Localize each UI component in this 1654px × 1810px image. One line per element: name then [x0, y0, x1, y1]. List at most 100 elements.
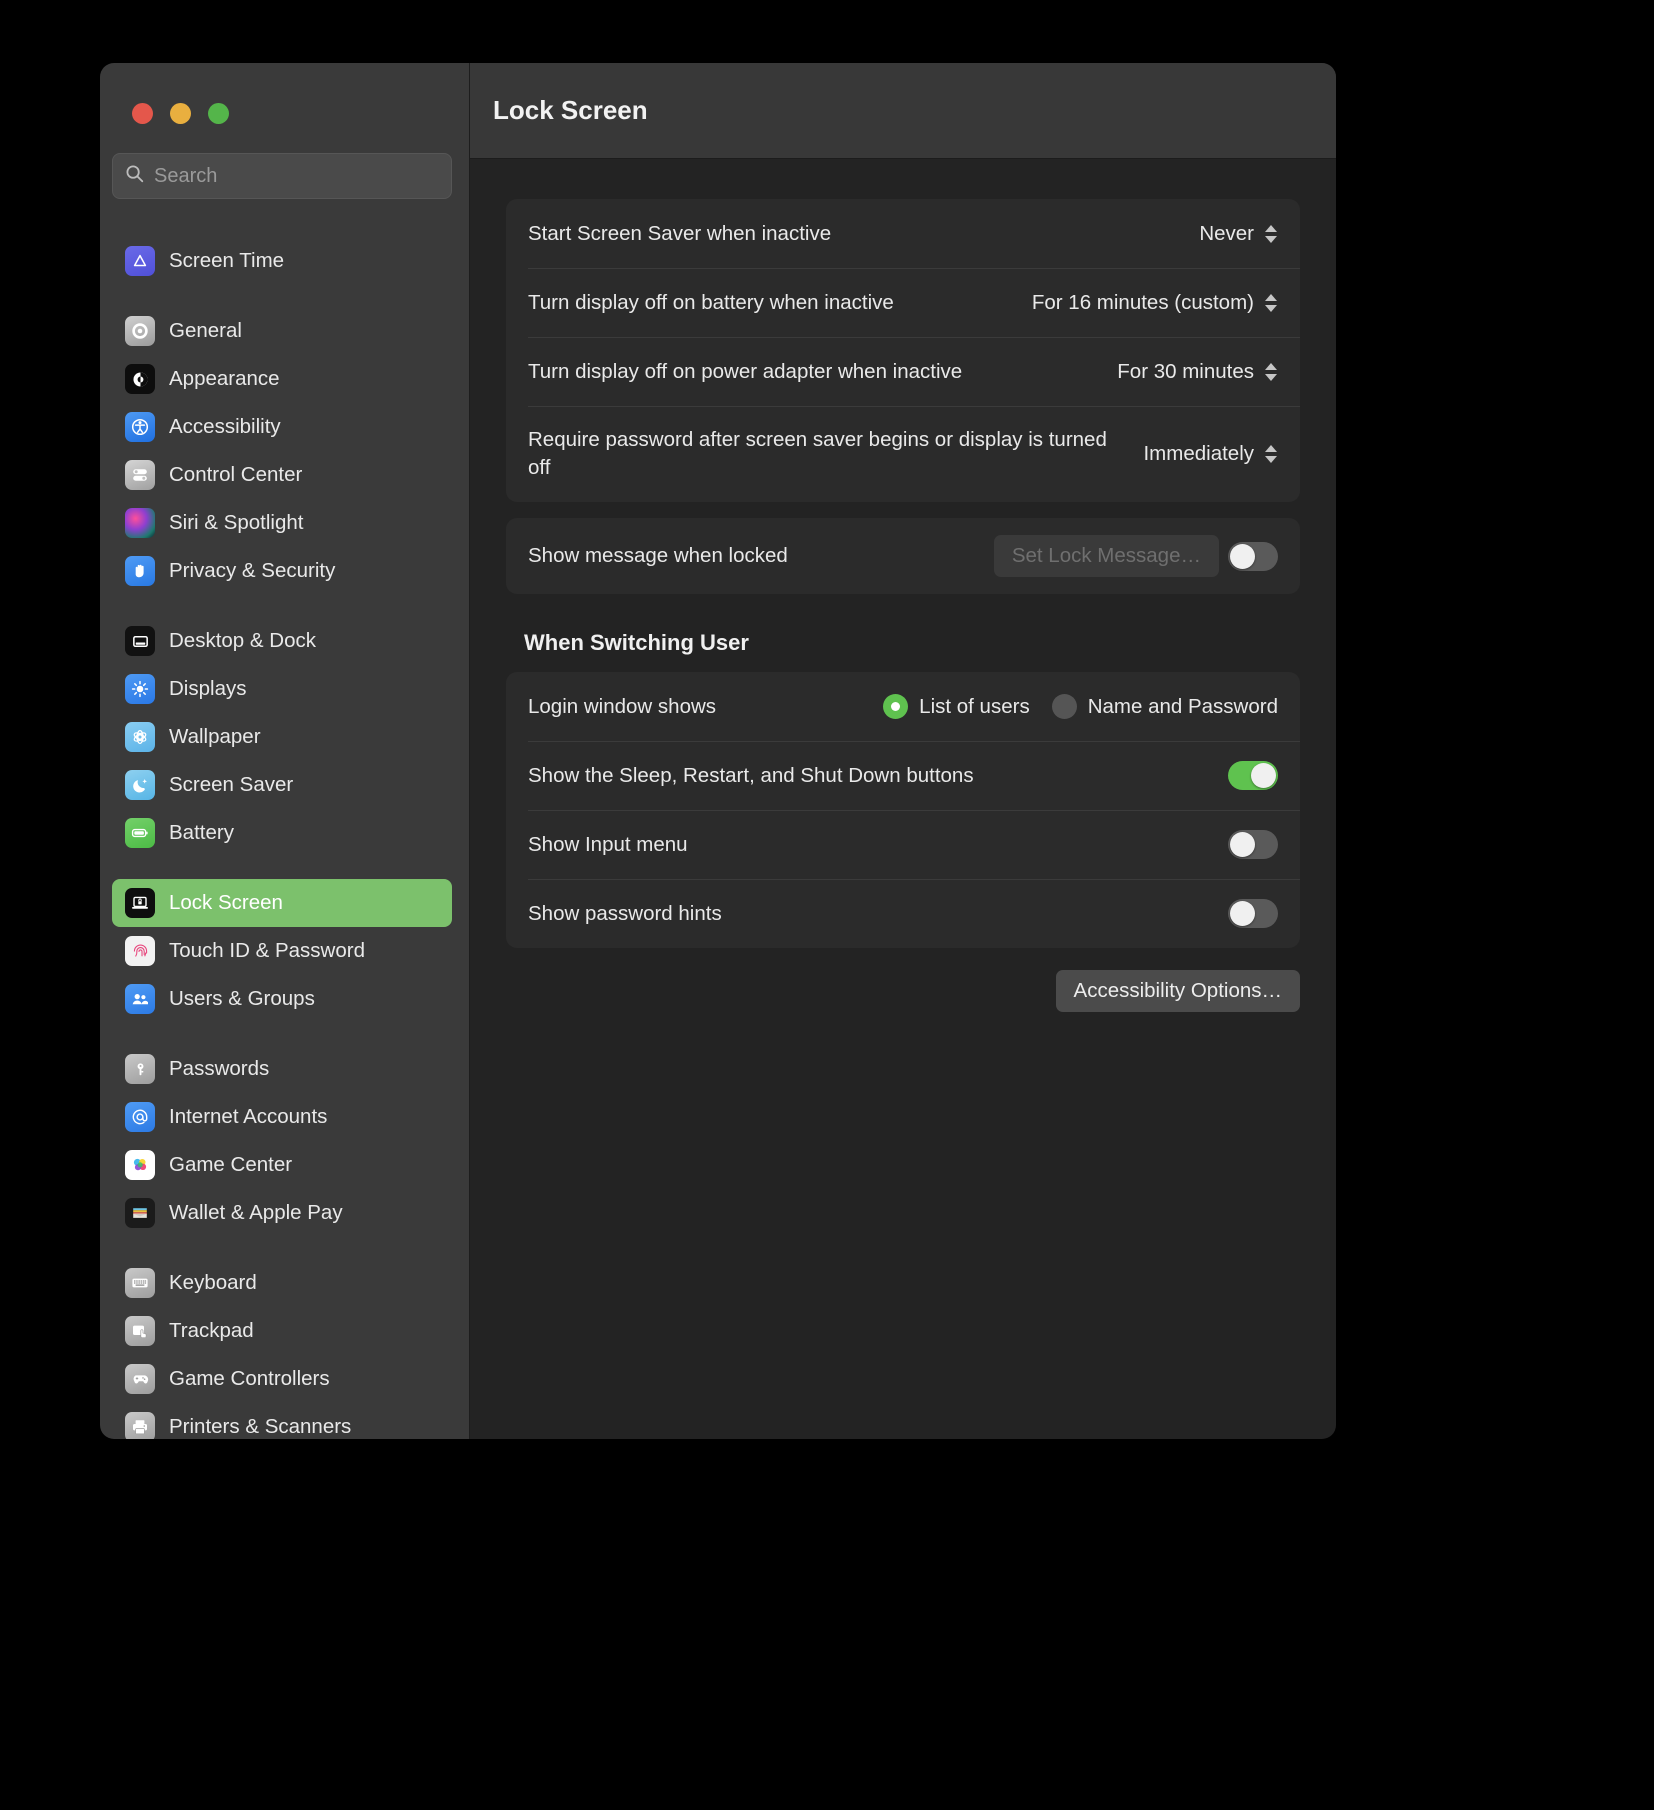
row-label: Show Input menu [528, 832, 688, 856]
close-button[interactable] [132, 103, 153, 124]
chevron-updown-icon[interactable] [1263, 220, 1278, 248]
hand-icon [125, 556, 155, 586]
sidebar-item-label: Wallpaper [169, 725, 261, 748]
system-settings-window: Screen Time General [100, 63, 1336, 1439]
printer-icon [125, 1412, 155, 1439]
sidebar-divider [112, 285, 452, 307]
toggle-knob [1230, 832, 1255, 857]
show-message-when-locked-toggle[interactable] [1228, 541, 1278, 571]
siri-icon [125, 508, 155, 538]
chevron-updown-icon[interactable] [1263, 358, 1278, 386]
sidebar-item-passwords[interactable]: Passwords [112, 1045, 452, 1093]
sidebar-item-desktop-dock[interactable]: Desktop & Dock [112, 617, 452, 665]
sidebar-item-label: Wallet & Apple Pay [169, 1201, 343, 1224]
appearance-icon [125, 364, 155, 394]
wallet-icon [125, 1198, 155, 1228]
sidebar-item-internet-accounts[interactable]: Internet Accounts [112, 1093, 452, 1141]
search-input[interactable] [154, 164, 439, 188]
row-label: Start Screen Saver when inactive [528, 221, 832, 245]
radio-option-name-and-password[interactable]: Name and Password [1051, 694, 1278, 719]
sidebar-item-screen-time[interactable]: Screen Time [112, 237, 452, 285]
show-input-menu-toggle[interactable] [1228, 830, 1278, 859]
sidebar-divider [112, 595, 452, 617]
sidebar-item-battery[interactable]: Battery [112, 809, 452, 857]
value-text: For 16 minutes (custom) [1031, 290, 1254, 314]
trackpad-icon [125, 1316, 155, 1346]
display-off-power-popup[interactable]: For 30 minutes [1117, 358, 1278, 386]
row-show-message-when-locked: Show message when locked Set Lock Messag… [506, 518, 1300, 594]
sidebar-item-label: Passwords [169, 1057, 270, 1080]
sidebar-item-general[interactable]: General [112, 307, 452, 355]
sidebar-item-screen-saver[interactable]: Screen Saver [112, 761, 452, 809]
sidebar-item-users-groups[interactable]: Users & Groups [112, 975, 452, 1023]
toggle-knob [1251, 763, 1276, 788]
value-text: Immediately [1143, 442, 1254, 465]
desktop-dock-icon [125, 626, 155, 656]
sidebar-item-wallet-apple-pay[interactable]: Wallet & Apple Pay [112, 1189, 452, 1237]
accessibility-options-button[interactable]: Accessibility Options… [1055, 970, 1300, 1012]
search-container [112, 153, 452, 199]
titlebar: Lock Screen [470, 63, 1336, 159]
minimize-button[interactable] [170, 103, 191, 124]
sidebar-item-label: Displays [169, 677, 247, 700]
keyboard-icon [125, 1268, 155, 1298]
lock-message-card: Show message when locked Set Lock Messag… [506, 518, 1300, 594]
display-off-battery-popup[interactable]: For 16 minutes (custom) [1032, 289, 1278, 317]
sidebar-item-accessibility[interactable]: Accessibility [112, 403, 452, 451]
sidebar-item-label: Battery [169, 821, 234, 844]
sidebar-item-printers-scanners[interactable]: Printers & Scanners [112, 1403, 452, 1439]
sidebar-item-keyboard[interactable]: Keyboard [112, 1259, 452, 1307]
gear-icon [125, 316, 155, 346]
show-password-hints-toggle[interactable] [1228, 899, 1278, 928]
sidebar-item-touch-id-password[interactable]: Touch ID & Password [112, 927, 452, 975]
row-label: Show the Sleep, Restart, and Shut Down b… [528, 763, 974, 787]
section-title-when-switching-user: When Switching User [524, 630, 749, 655]
sidebar-item-label: General [169, 319, 242, 342]
search-icon [125, 164, 144, 188]
sidebar-item-label: Keyboard [169, 1271, 257, 1294]
row-label: Turn display off on battery when inactiv… [528, 290, 894, 314]
accessibility-icon [125, 412, 155, 442]
sidebar-item-privacy-security[interactable]: Privacy & Security [112, 547, 452, 595]
value-text: For 30 minutes [1117, 359, 1254, 383]
sidebar-item-label: Trackpad [169, 1319, 254, 1342]
chevron-updown-icon[interactable] [1263, 289, 1278, 317]
sidebar-item-label: Lock Screen [169, 891, 283, 914]
users-icon [125, 984, 155, 1014]
sidebar-item-wallpaper[interactable]: Wallpaper [112, 713, 452, 761]
row-show-input-menu: Show Input menu [506, 810, 1300, 879]
search-box[interactable] [112, 153, 452, 199]
toggle-knob [1230, 543, 1255, 569]
sidebar-divider [112, 1237, 452, 1259]
row-require-password: Require password after screen saver begi… [506, 406, 1300, 502]
sidebar-item-label: Internet Accounts [169, 1105, 328, 1128]
sidebar-item-game-controllers[interactable]: Game Controllers [112, 1355, 452, 1403]
traffic-lights [100, 63, 469, 124]
sidebar-item-trackpad[interactable]: Trackpad [112, 1307, 452, 1355]
sidebar-item-appearance[interactable]: Appearance [112, 355, 452, 403]
sidebar-item-siri-spotlight[interactable]: Siri & Spotlight [112, 499, 452, 547]
require-password-popup[interactable]: Immediately [1143, 440, 1278, 468]
chevron-updown-icon[interactable] [1263, 440, 1278, 468]
radio-option-list-of-users[interactable]: List of users [883, 694, 1030, 719]
radio-button[interactable] [883, 694, 909, 719]
screen-saver-delay-popup[interactable]: Never [1199, 220, 1278, 248]
radio-label: List of users [919, 694, 1030, 718]
sidebar-item-label: Siri & Spotlight [169, 511, 304, 534]
toggle-knob [1230, 901, 1255, 926]
footer-actions: Accessibility Options… [506, 970, 1300, 1012]
row-label: Login window shows [528, 694, 717, 718]
login-window-radio-group: List of users Name and Password [883, 694, 1278, 719]
sidebar-item-lock-screen[interactable]: Lock Screen [112, 879, 452, 927]
row-show-password-hints: Show password hints [506, 879, 1300, 948]
sidebar-item-label: Control Center [169, 463, 303, 486]
set-lock-message-button[interactable]: Set Lock Message… [993, 535, 1219, 577]
show-sleep-restart-shutdown-toggle[interactable] [1228, 761, 1278, 790]
sidebar-item-label: Printers & Scanners [169, 1415, 352, 1438]
sidebar-item-game-center[interactable]: Game Center [112, 1141, 452, 1189]
radio-button[interactable] [1051, 694, 1077, 719]
sidebar-item-displays[interactable]: Displays [112, 665, 452, 713]
zoom-button[interactable] [208, 103, 229, 124]
sidebar-item-label: Touch ID & Password [169, 939, 365, 962]
sidebar-item-control-center[interactable]: Control Center [112, 451, 452, 499]
